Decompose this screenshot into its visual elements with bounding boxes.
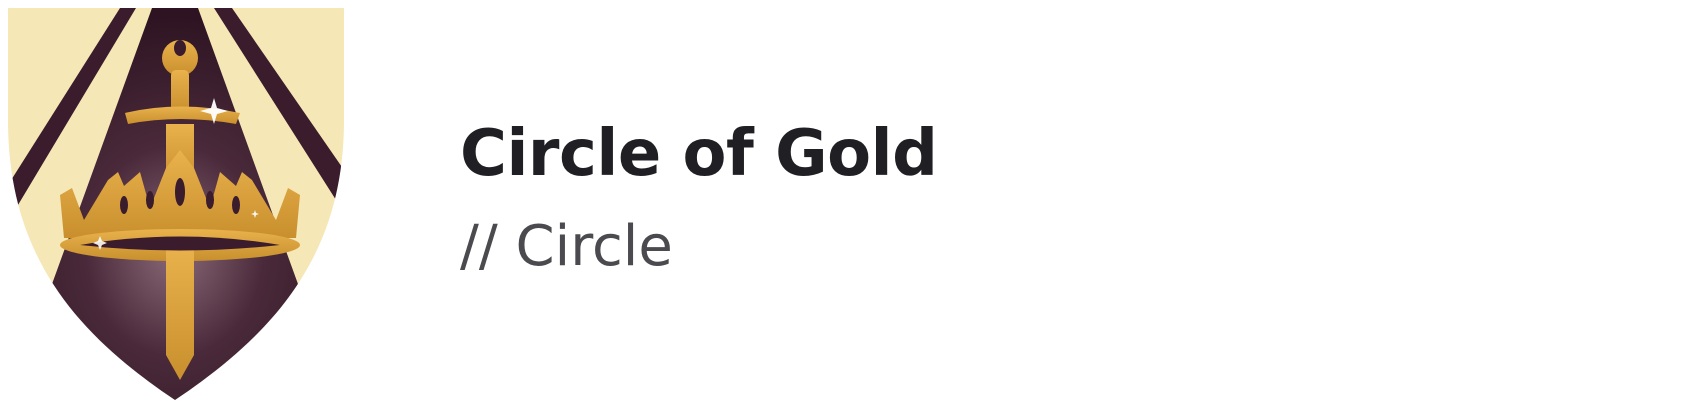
circle-title: Circle of Gold (460, 117, 938, 191)
circle-card: Circle of Gold // Circle (0, 0, 1700, 400)
circle-info: Circle of Gold // Circle (460, 112, 1460, 284)
circle-subtitle: // Circle (460, 214, 673, 279)
circle-of-gold-crest-icon (0, 0, 360, 400)
